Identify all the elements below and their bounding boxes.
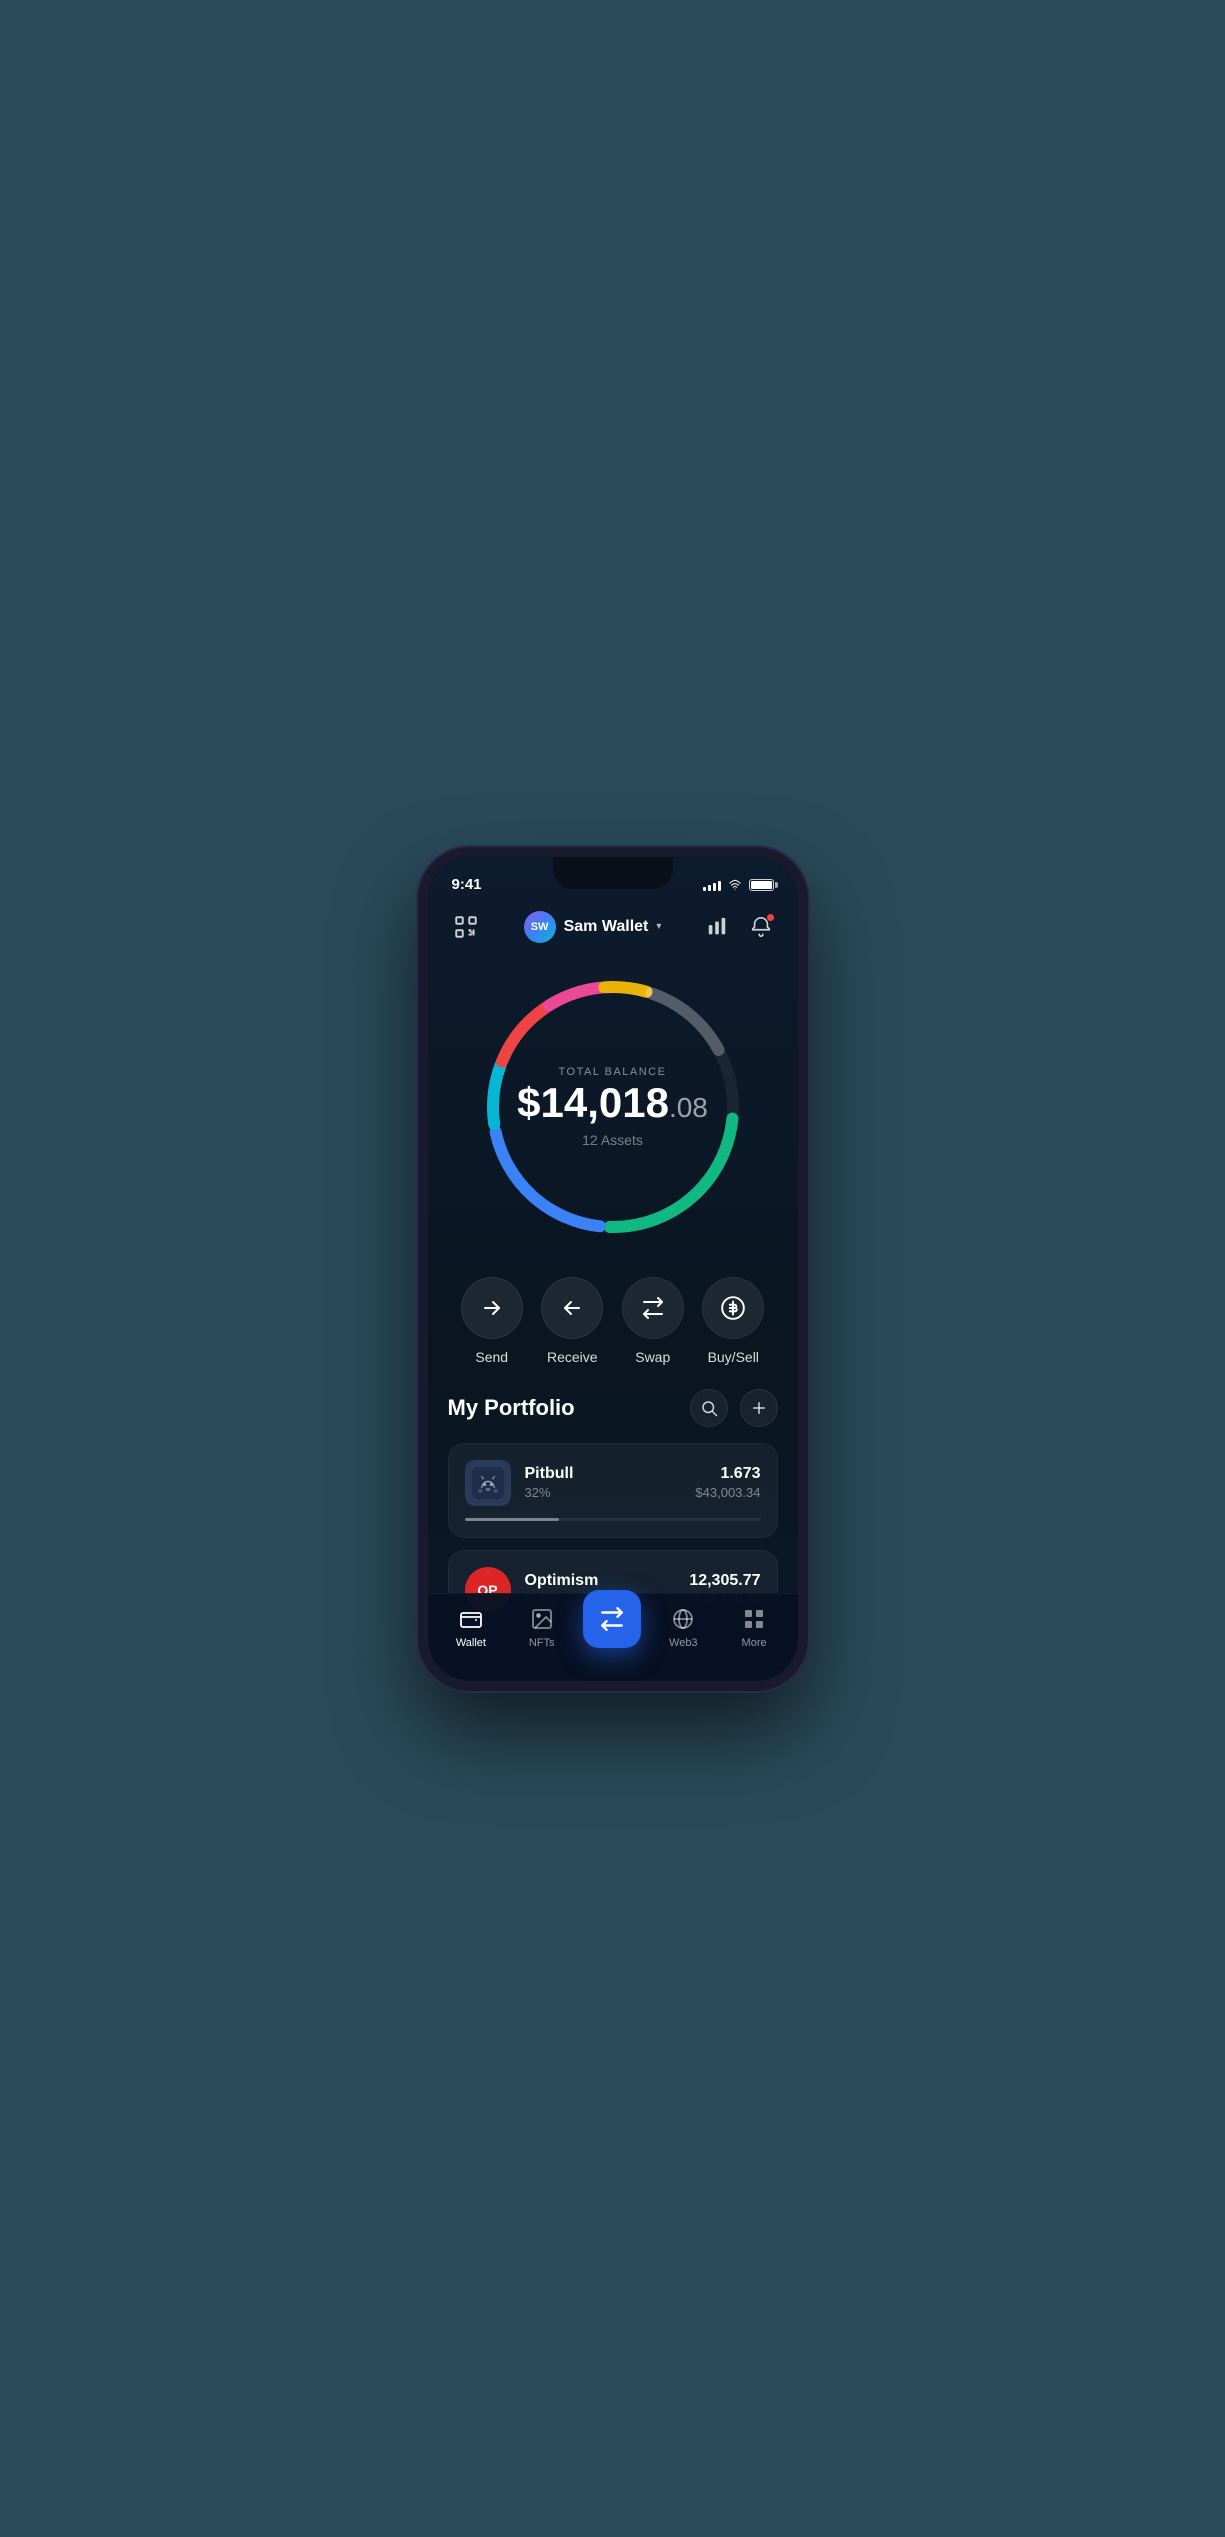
optimism-name: Optimism [525, 1572, 676, 1590]
asset-card-pitbull[interactable]: Pitbull 32% 1.673 $43,003.34 [448, 1443, 778, 1538]
swap-icon [641, 1296, 665, 1320]
pitbull-bar [465, 1518, 560, 1521]
bar-chart-icon [706, 916, 728, 938]
header-actions [701, 911, 777, 943]
balance-assets: 12 Assets [517, 1132, 708, 1148]
pitbull-name: Pitbull [525, 1465, 682, 1483]
avatar: SW [524, 911, 556, 943]
phone-notch [553, 857, 673, 889]
swap-label: Swap [635, 1349, 670, 1365]
optimism-amount: 12,305.77 [689, 1572, 760, 1590]
pitbull-percent: 32% [525, 1485, 682, 1500]
receive-button[interactable] [541, 1277, 603, 1339]
pitbull-icon [465, 1460, 511, 1506]
plus-icon [750, 1399, 768, 1417]
balance-display: TOTAL BALANCE $14,018.08 12 Assets [517, 1066, 708, 1148]
quick-actions: Send Receive [428, 1267, 798, 1389]
send-button[interactable] [461, 1277, 523, 1339]
bottom-nav: Wallet NFTs [428, 1593, 798, 1681]
notification-badge [766, 913, 775, 922]
buysell-label: Buy/Sell [708, 1349, 759, 1365]
wallet-name: Sam Wallet [564, 918, 649, 936]
battery-icon [749, 879, 774, 891]
nfts-nav-icon [529, 1606, 555, 1632]
portfolio-title: My Portfolio [448, 1395, 575, 1421]
wifi-icon [727, 879, 743, 891]
wallet-nav-icon [458, 1606, 484, 1632]
balance-whole: $14,018 [517, 1079, 669, 1126]
pitbull-info: Pitbull 32% [525, 1465, 682, 1500]
notifications-button[interactable] [745, 911, 777, 943]
status-time: 9:41 [452, 876, 482, 893]
stats-button[interactable] [701, 911, 733, 943]
web3-nav-icon [670, 1606, 696, 1632]
buysell-icon [720, 1295, 746, 1321]
receive-action[interactable]: Receive [541, 1277, 603, 1365]
portfolio-header-actions [690, 1389, 778, 1427]
signal-icon [703, 879, 721, 891]
receive-icon [560, 1296, 584, 1320]
receive-label: Receive [547, 1349, 598, 1365]
scan-button[interactable] [448, 909, 484, 945]
web3-nav-label: Web3 [669, 1637, 698, 1649]
asset-row-pitbull: Pitbull 32% 1.673 $43,003.34 [465, 1460, 761, 1506]
scan-icon [453, 914, 479, 940]
portfolio-add-button[interactable] [740, 1389, 778, 1427]
nav-center [577, 1598, 648, 1656]
pitbull-values: 1.673 $43,003.34 [695, 1465, 760, 1500]
portfolio-header: My Portfolio [448, 1389, 778, 1427]
balance-section: TOTAL BALANCE $14,018.08 12 Assets [428, 957, 798, 1267]
send-label: Send [475, 1349, 508, 1365]
nav-nfts[interactable]: NFTs [506, 1606, 577, 1649]
search-icon [700, 1399, 718, 1417]
pitbull-bar-container [465, 1518, 761, 1521]
swap-action[interactable]: Swap [622, 1277, 684, 1365]
nav-more[interactable]: More [719, 1606, 790, 1649]
phone-frame: 9:41 [418, 847, 808, 1691]
phone-inner: 9:41 [428, 857, 798, 1681]
more-nav-icon [741, 1606, 767, 1632]
balance-decimal: .08 [669, 1092, 708, 1123]
pitbull-usd: $43,003.34 [695, 1485, 760, 1500]
wallet-selector[interactable]: SW Sam Wallet ▾ [524, 911, 662, 943]
chevron-down-icon: ▾ [656, 921, 661, 932]
pitbull-amount: 1.673 [695, 1465, 760, 1483]
balance-amount: $14,018.08 [517, 1082, 708, 1124]
wallet-nav-label: Wallet [456, 1637, 486, 1649]
balance-label: TOTAL BALANCE [517, 1066, 708, 1078]
portfolio-search-button[interactable] [690, 1389, 728, 1427]
center-action-button[interactable] [583, 1590, 641, 1648]
balance-ring: TOTAL BALANCE $14,018.08 12 Assets [473, 967, 753, 1247]
nav-web3[interactable]: Web3 [648, 1606, 719, 1649]
buysell-button[interactable] [702, 1277, 764, 1339]
swap-button[interactable] [622, 1277, 684, 1339]
send-icon [480, 1296, 504, 1320]
status-icons [703, 879, 774, 891]
send-action[interactable]: Send [461, 1277, 523, 1365]
nfts-nav-label: NFTs [529, 1637, 555, 1649]
scroll-content[interactable]: SW Sam Wallet ▾ [428, 901, 798, 1637]
nav-wallet[interactable]: Wallet [436, 1606, 507, 1649]
more-nav-label: More [742, 1637, 767, 1649]
buysell-action[interactable]: Buy/Sell [702, 1277, 764, 1365]
app-header: SW Sam Wallet ▾ [428, 901, 798, 957]
